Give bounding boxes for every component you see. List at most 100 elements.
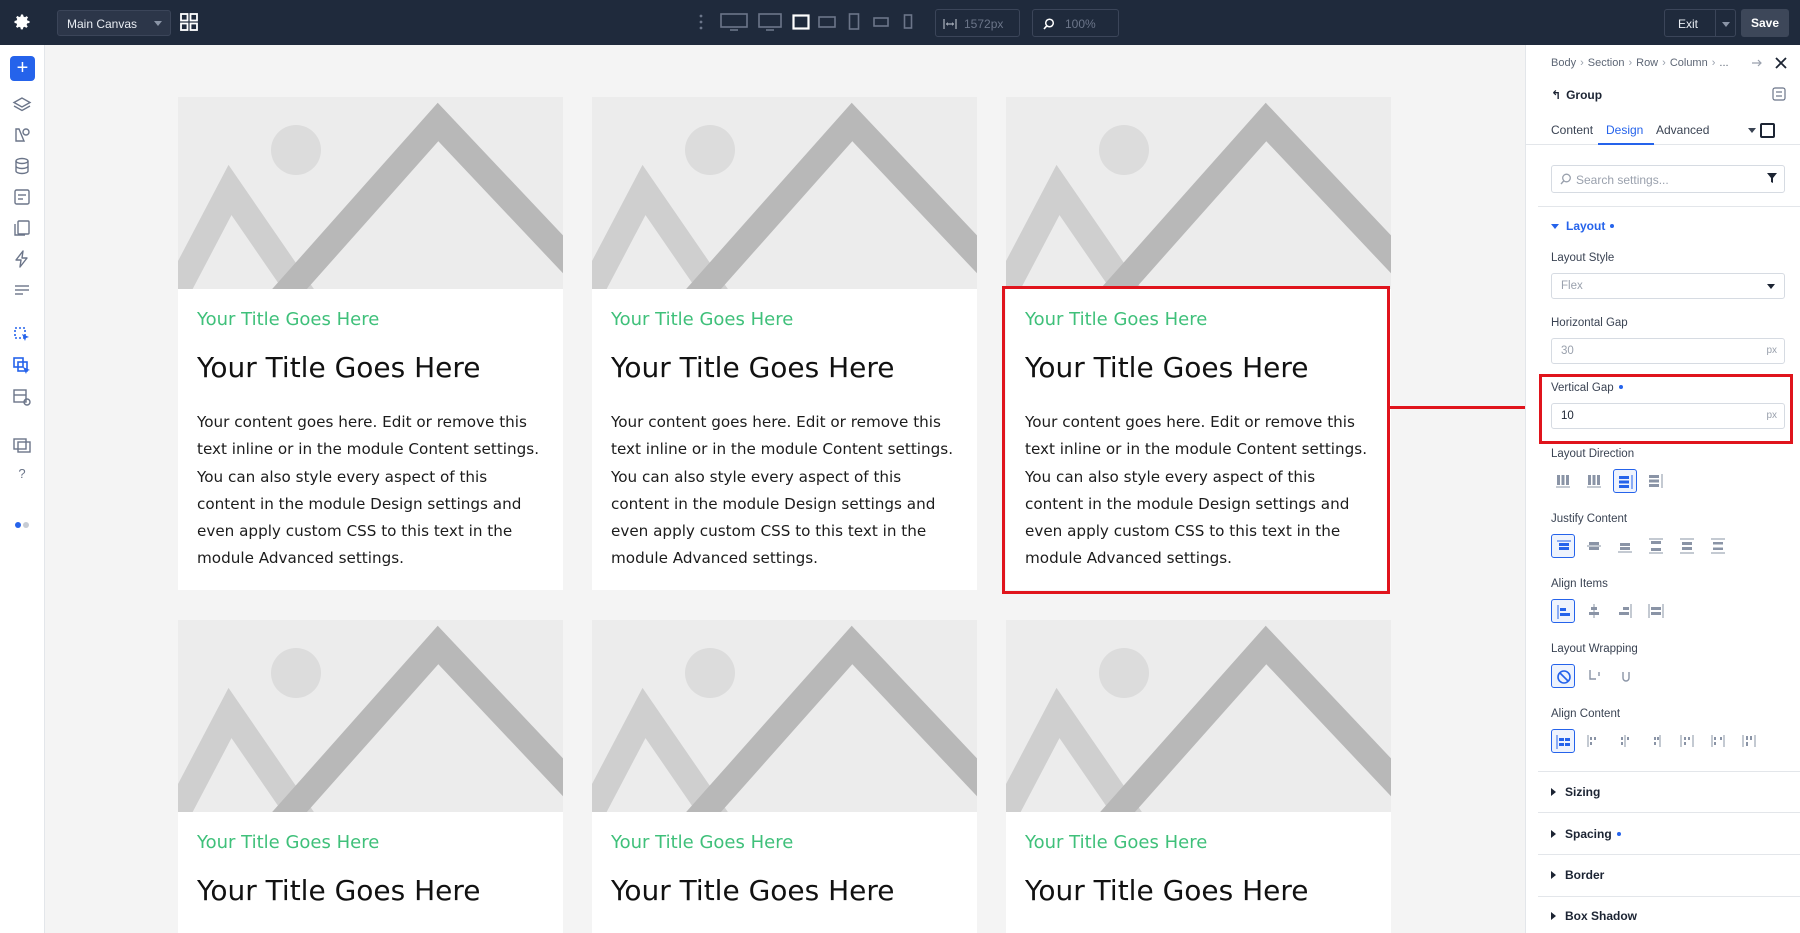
multi-select-icon[interactable]: [12, 356, 32, 376]
close-icon[interactable]: [1774, 56, 1788, 70]
breadcrumb-item[interactable]: Column: [1670, 57, 1708, 69]
align-content-center-button[interactable]: [1582, 729, 1606, 753]
zoom-field[interactable]: 100%: [1032, 9, 1119, 37]
align-content-stretch-icon: [1742, 735, 1756, 747]
no-wrap-button[interactable]: [1551, 664, 1575, 688]
filter-icon[interactable]: [1766, 172, 1778, 184]
align-content-between-button[interactable]: [1644, 729, 1668, 753]
wrap-reverse-button[interactable]: [1613, 664, 1637, 688]
lightning-icon[interactable]: [12, 249, 32, 269]
add-element-button[interactable]: +: [10, 56, 35, 81]
align-content-around-button[interactable]: [1675, 729, 1699, 753]
horizontal-gap-input[interactable]: 30 px: [1551, 338, 1785, 364]
database-icon[interactable]: [12, 156, 32, 176]
card-body: Your content goes here. Edit or remove t…: [197, 413, 540, 568]
windows-icon[interactable]: [12, 435, 32, 455]
align-end-button[interactable]: [1613, 599, 1637, 623]
toggle-panel-icon[interactable]: [1772, 87, 1786, 101]
layout-style-label: Layout Style: [1551, 252, 1615, 264]
section-border[interactable]: Border: [1551, 868, 1604, 882]
image-placeholder[interactable]: [178, 97, 563, 289]
chevron-down-icon[interactable]: [1748, 128, 1756, 133]
justify-between-button[interactable]: [1644, 534, 1668, 558]
align-content-start-button[interactable]: [1551, 729, 1575, 753]
align-stretch-button[interactable]: [1644, 599, 1668, 623]
section-sizing[interactable]: Sizing: [1551, 785, 1600, 799]
pages-icon[interactable]: [12, 218, 32, 238]
card[interactable]: Your Title Goes Here Your Title Goes Her…: [1006, 97, 1391, 590]
image-placeholder[interactable]: [1006, 97, 1391, 289]
vertical-gap-input[interactable]: 10 px: [1551, 403, 1785, 429]
grid-icon[interactable]: [180, 13, 198, 31]
tab-advanced[interactable]: Advanced: [1656, 123, 1709, 137]
section-spacing[interactable]: Spacing: [1551, 827, 1621, 841]
widescreen-icon[interactable]: [720, 12, 748, 32]
exit-button[interactable]: Exit: [1664, 9, 1736, 37]
layout-settings-icon[interactable]: [12, 387, 32, 407]
direction-row-reverse-button[interactable]: [1582, 469, 1606, 493]
justify-evenly-button[interactable]: [1706, 534, 1730, 558]
canvas-selector[interactable]: Main Canvas: [57, 10, 171, 36]
justify-around-button[interactable]: [1675, 534, 1699, 558]
help-icon[interactable]: ?: [12, 466, 32, 486]
save-button[interactable]: Save: [1741, 9, 1789, 37]
image-placeholder[interactable]: [592, 97, 977, 289]
phone-landscape-icon[interactable]: [873, 12, 889, 32]
settings-search[interactable]: Search settings...: [1551, 165, 1785, 193]
justify-start-button[interactable]: [1551, 534, 1575, 558]
image-placeholder[interactable]: [592, 620, 977, 812]
unit-label[interactable]: px: [1766, 345, 1777, 356]
card[interactable]: Your Title Goes Here Your Title Goes Her…: [1006, 620, 1391, 933]
card[interactable]: Your Title Goes Here Your Title Goes Her…: [592, 97, 977, 590]
section-box-shadow[interactable]: Box Shadow: [1551, 909, 1637, 923]
gear-icon[interactable]: [12, 12, 32, 32]
breadcrumb-item[interactable]: Row: [1636, 57, 1658, 69]
align-content-stretch-button[interactable]: [1737, 729, 1761, 753]
image-placeholder[interactable]: [178, 620, 563, 812]
justify-end-button[interactable]: [1613, 534, 1637, 558]
card-title: Your Title Goes Here: [197, 874, 481, 907]
align-start-button[interactable]: [1551, 599, 1575, 623]
tablet-landscape-icon[interactable]: [818, 12, 836, 32]
preset-icon[interactable]: [1760, 123, 1775, 138]
align-content-end-button[interactable]: [1613, 729, 1637, 753]
breadcrumb-item[interactable]: Body: [1551, 57, 1576, 69]
section-box-shadow-label: Box Shadow: [1565, 909, 1638, 923]
direction-row-button[interactable]: [1551, 469, 1575, 493]
page-settings-icon[interactable]: [12, 187, 32, 207]
back-arrow-icon[interactable]: ↰: [1551, 88, 1561, 102]
arrow-right-icon[interactable]: [1751, 57, 1763, 69]
card-title: Your Title Goes Here: [611, 351, 895, 384]
tab-design[interactable]: Design: [1606, 123, 1643, 137]
unit-label[interactable]: px: [1766, 410, 1777, 421]
phone-portrait-icon[interactable]: [903, 12, 913, 32]
tab-content[interactable]: Content: [1551, 123, 1593, 137]
align-content-evenly-button[interactable]: [1706, 729, 1730, 753]
desktop-icon[interactable]: [758, 12, 782, 32]
direction-column-button[interactable]: [1613, 469, 1637, 493]
align-center-button[interactable]: [1582, 599, 1606, 623]
sliders-icon[interactable]: [12, 280, 32, 300]
theme-toggle-icon[interactable]: [12, 515, 32, 535]
card[interactable]: Your Title Goes Here Your Title Goes Her…: [178, 620, 563, 933]
canvas-width-field[interactable]: 1572px: [935, 9, 1020, 37]
tablet-portrait-icon[interactable]: [848, 12, 860, 32]
canvas-width-value: 1572px: [964, 17, 1004, 31]
image-placeholder[interactable]: [1006, 620, 1391, 812]
card[interactable]: Your Title Goes Here Your Title Goes Her…: [592, 620, 977, 933]
card[interactable]: Your Title Goes Here Your Title Goes Her…: [178, 97, 563, 590]
breadcrumb-item[interactable]: Section: [1588, 57, 1625, 69]
breadcrumb-item[interactable]: ...: [1719, 57, 1728, 69]
justify-center-button[interactable]: [1582, 534, 1606, 558]
layout-style-select[interactable]: Flex: [1551, 273, 1785, 299]
exit-button-label: Exit: [1678, 17, 1699, 31]
laptop-icon[interactable]: [792, 12, 810, 32]
design-library-icon[interactable]: [12, 125, 32, 145]
wrap-button[interactable]: [1582, 664, 1606, 688]
section-layout[interactable]: Layout: [1551, 219, 1615, 233]
direction-column-reverse-button[interactable]: [1644, 469, 1668, 493]
chevron-down-icon[interactable]: [1722, 22, 1730, 27]
click-select-icon[interactable]: [12, 325, 32, 345]
more-vertical-icon[interactable]: [699, 14, 703, 30]
layers-icon[interactable]: [12, 95, 32, 115]
